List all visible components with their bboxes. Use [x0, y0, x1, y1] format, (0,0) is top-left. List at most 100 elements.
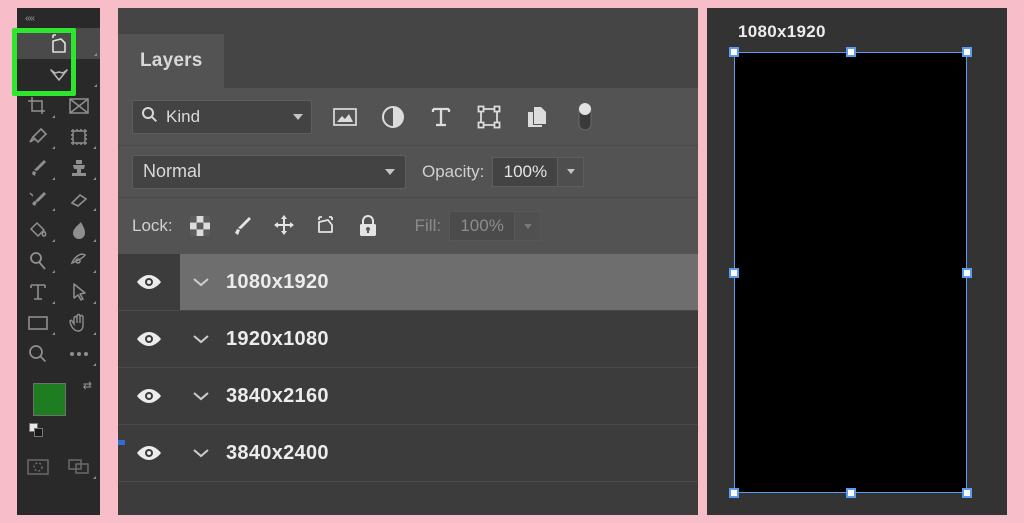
- prevent-auto-nesting-artboard-icon[interactable]: [313, 213, 339, 239]
- chevron-down-icon: [293, 113, 303, 120]
- layer-visibility-toggle[interactable]: [118, 425, 180, 481]
- transform-handle-bottom-center[interactable]: [845, 488, 856, 498]
- artboard-tool-icon: [46, 32, 72, 56]
- tool-gradient-tool[interactable]: [17, 214, 58, 245]
- tool-hand-tool[interactable]: [58, 307, 99, 338]
- layer-name: 1920x1080: [226, 327, 329, 350]
- tool-flyout-triangle-icon: [93, 301, 96, 304]
- tool-eraser-tool[interactable]: [58, 183, 99, 214]
- tool-zoom-tool[interactable]: [17, 338, 58, 369]
- filter-kind-select[interactable]: Kind: [132, 99, 312, 134]
- panel-top-bar: [118, 8, 698, 34]
- chevron-down-icon: [566, 169, 575, 174]
- tool-slice-tool[interactable]: [17, 59, 100, 90]
- tool-blur-tool[interactable]: [58, 214, 99, 245]
- chevron-down-icon: [523, 223, 532, 229]
- tool-eyedropper-tool[interactable]: [17, 121, 58, 152]
- transform-handle-top-left[interactable]: [729, 47, 739, 57]
- expand-layer-chevron-icon[interactable]: [190, 390, 212, 402]
- opacity-stepper-button[interactable]: [558, 156, 585, 187]
- foreground-color-swatch[interactable]: [33, 383, 66, 416]
- layer-row[interactable]: 3840x2160: [118, 368, 698, 425]
- slice-select-tool-icon: [46, 65, 72, 85]
- fill-input[interactable]: 100%: [449, 211, 516, 241]
- tab-layers[interactable]: Layers: [118, 34, 225, 88]
- tool-history-brush-tool[interactable]: [17, 183, 58, 214]
- expand-layer-chevron-icon[interactable]: [190, 333, 212, 345]
- opacity-input[interactable]: 100%: [492, 156, 559, 187]
- collapse-panel-button[interactable]: ««: [17, 8, 100, 28]
- layer-row[interactable]: 1080x1920: [118, 254, 698, 311]
- tool-flyout-triangle-icon: [93, 208, 96, 211]
- quick-mask-mode-icon: [26, 458, 50, 476]
- filter-enable-toggle[interactable]: [570, 102, 600, 132]
- clone-stamp-tool-icon: [68, 157, 90, 179]
- tool-flyout-triangle-icon: [93, 332, 96, 335]
- adjustment-layer-filter-icon[interactable]: [378, 102, 408, 132]
- layer-name: 3840x2400: [226, 441, 329, 464]
- tool-crop-tool[interactable]: [17, 90, 58, 121]
- layer-row-content[interactable]: 1080x1920: [180, 254, 698, 310]
- tool-rectangle-tool[interactable]: [17, 307, 58, 338]
- tool-dodge-tool[interactable]: [17, 245, 58, 276]
- layer-row-content[interactable]: 3840x2160: [180, 368, 698, 424]
- tool-clone-stamp-tool[interactable]: [58, 152, 99, 183]
- swap-colors-icon[interactable]: ⇄: [83, 379, 92, 392]
- type-layer-filter-icon[interactable]: [426, 102, 456, 132]
- transform-handle-middle-right[interactable]: [962, 267, 972, 278]
- shape-layer-filter-icon[interactable]: [474, 102, 504, 132]
- transform-handle-top-right[interactable]: [962, 47, 972, 57]
- filter-kind-value: Kind: [166, 106, 201, 126]
- tool-edit-toolbar[interactable]: [58, 338, 99, 369]
- lock-image-pixels-brush-icon[interactable]: [229, 213, 255, 239]
- history-brush-tool-icon: [27, 188, 49, 210]
- tool-artboard-tool[interactable]: [17, 28, 100, 59]
- artboard-name-label[interactable]: 1080x1920: [738, 22, 826, 42]
- artboard-selection[interactable]: [729, 47, 972, 498]
- canvas-area[interactable]: 1080x1920: [707, 8, 1007, 515]
- tool-flyout-triangle-icon: [52, 239, 55, 242]
- tool-pen-tool[interactable]: [58, 245, 99, 276]
- tool-frame-tool[interactable]: [58, 90, 99, 121]
- tool-flyout-triangle-icon: [93, 239, 96, 242]
- tool-brush-tool[interactable]: [17, 152, 58, 183]
- lock-buttons: [187, 213, 381, 239]
- photoshop-screenshot: «« ⇄ Layers Kind Normal Opacity: 100% Lo…: [0, 0, 1024, 523]
- expand-layer-chevron-icon[interactable]: [190, 447, 212, 459]
- transform-handle-middle-left[interactable]: [729, 267, 739, 278]
- transform-handle-top-center[interactable]: [845, 47, 856, 57]
- tool-spot-healing-tool[interactable]: [58, 121, 99, 152]
- lock-position-move-icon[interactable]: [271, 213, 297, 239]
- blend-mode-select[interactable]: Normal: [132, 154, 406, 189]
- expand-layer-chevron-icon[interactable]: [190, 276, 212, 288]
- default-colors-icon[interactable]: [29, 423, 43, 437]
- eye-icon: [137, 275, 161, 289]
- quick-mask-mode-button[interactable]: [17, 451, 58, 482]
- paint-bucket-tool-icon: [27, 219, 49, 241]
- lock-transparent-pixels-icon[interactable]: [187, 213, 213, 239]
- lock-all-padlock-icon[interactable]: [355, 213, 381, 239]
- tool-flyout-triangle-icon: [52, 146, 55, 149]
- layer-visibility-toggle[interactable]: [118, 311, 180, 367]
- tool-type-tool[interactable]: [17, 276, 58, 307]
- fill-stepper-button[interactable]: [515, 211, 542, 241]
- tool-flyout-triangle-icon: [93, 363, 96, 366]
- tools-grid: [17, 28, 100, 369]
- layer-visibility-toggle[interactable]: [118, 254, 180, 310]
- smart-object-filter-icon[interactable]: [522, 102, 552, 132]
- layer-row[interactable]: 3840x2400: [118, 425, 698, 482]
- transform-handle-bottom-left[interactable]: [729, 488, 739, 498]
- layer-visibility-toggle[interactable]: [118, 368, 180, 424]
- tool-flyout-triangle-icon: [93, 146, 96, 149]
- tool-flyout-triangle-icon: [52, 332, 55, 335]
- dodge-tool-icon: [27, 250, 49, 272]
- screen-mode-button[interactable]: [58, 451, 99, 482]
- tool-flyout-triangle-icon: [52, 301, 55, 304]
- tool-path-selection-tool[interactable]: [58, 276, 99, 307]
- layer-row[interactable]: 1920x1080: [118, 311, 698, 368]
- color-swatches: ⇄: [17, 373, 100, 451]
- layer-row-content[interactable]: 1920x1080: [180, 311, 698, 367]
- layer-row-content[interactable]: 3840x2400: [180, 425, 698, 481]
- transform-handle-bottom-right[interactable]: [962, 488, 972, 498]
- pixel-layer-filter-icon[interactable]: [330, 102, 360, 132]
